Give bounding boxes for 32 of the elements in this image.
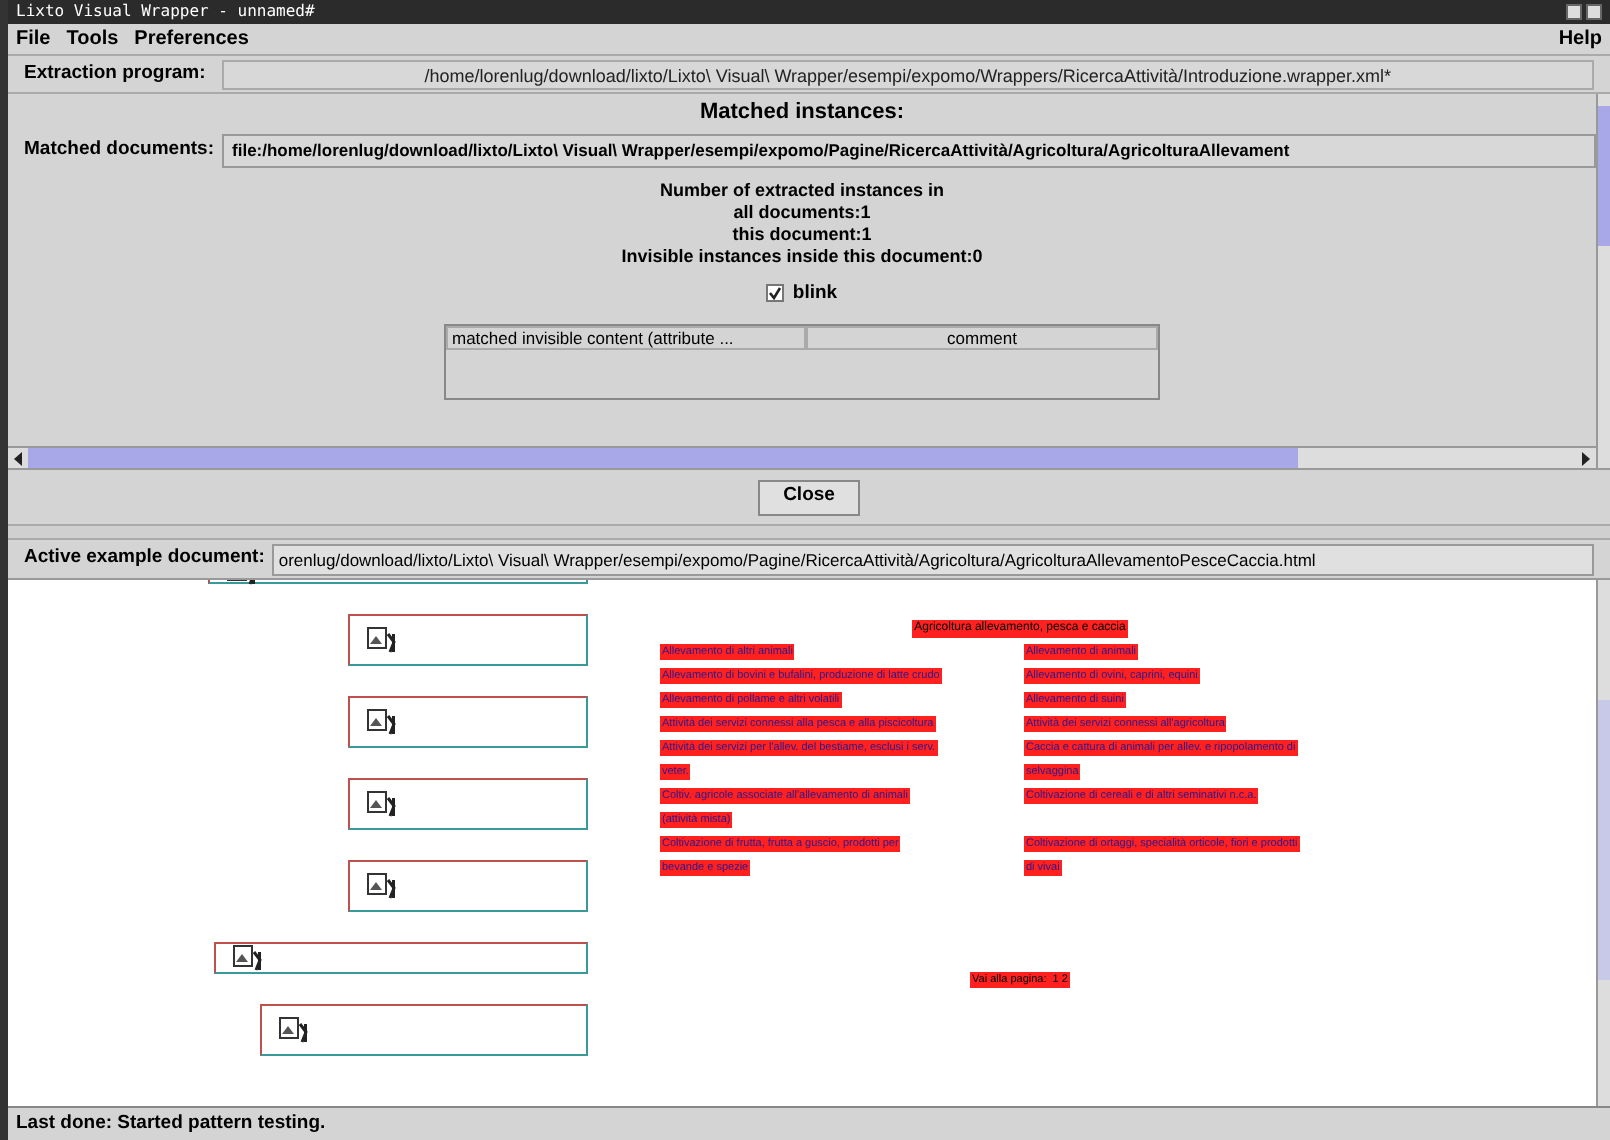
broken-image-icon xyxy=(278,1016,310,1044)
menu-item[interactable]: Preferences xyxy=(134,24,249,54)
checkbox[interactable] xyxy=(766,284,785,303)
status-text: Last done: Started pattern testing. xyxy=(16,1109,326,1138)
vertical-scrollbar[interactable] xyxy=(1596,94,1610,468)
broken-image-icon xyxy=(366,872,398,900)
menu-item[interactable]: File xyxy=(16,24,51,54)
field-label: Active example document: xyxy=(24,544,265,573)
horizontal-scrollbar[interactable] xyxy=(8,446,1596,468)
count-text: Invisible instances inside this document:0 xyxy=(621,245,983,267)
count-text: this document:1 xyxy=(732,223,872,245)
minimize-button[interactable] xyxy=(1566,4,1582,20)
count-text: Number of extracted instances in xyxy=(659,179,945,201)
vertical-scrollbar[interactable] xyxy=(1596,580,1610,1106)
path-field[interactable]: /home/lorenlug/download/lixto/Lixto\ Visual\ Wrapper/esempi/expomo/Wrappers/RicercaAttività/Introduzione.wrapper.xml* xyxy=(221,59,1594,89)
broken-image-icon xyxy=(366,790,398,818)
column-header[interactable]: matched invisible content (attribute ... xyxy=(446,325,806,350)
field-label: Extraction program: xyxy=(24,59,206,88)
broken-image-icon xyxy=(366,708,398,736)
menu-item[interactable]: Help xyxy=(1558,24,1602,54)
menu-item[interactable]: Tools xyxy=(66,24,119,54)
panel-title: Matched instances: xyxy=(699,98,905,128)
column-header[interactable]: comment xyxy=(806,325,1158,350)
field-label: Matched documents: xyxy=(24,135,215,164)
maximize-button[interactable] xyxy=(1586,4,1602,20)
window-title: Lixto Visual Wrapper - unnamed# xyxy=(16,4,315,20)
count-text: all documents:1 xyxy=(733,201,871,223)
broken-image-icon xyxy=(366,626,398,654)
checkbox-label: blink xyxy=(792,279,838,307)
path-field[interactable]: file:/home/lorenlug/download/lixto/Lixto\ Visual\ Wrapper/esempi/expomo/Pagine/RicercaAttività/Agricoltura/AgricolturaAllevament xyxy=(222,133,1596,167)
close-button[interactable]: Close xyxy=(757,479,861,515)
path-field[interactable]: orenlug/download/lixto/Lixto\ Visual\ Wrapper/esempi/expomo/Pagine/RicercaAttività/Agricoltura/AgricolturaAllevamentoPesceCaccia.html xyxy=(272,543,1594,575)
